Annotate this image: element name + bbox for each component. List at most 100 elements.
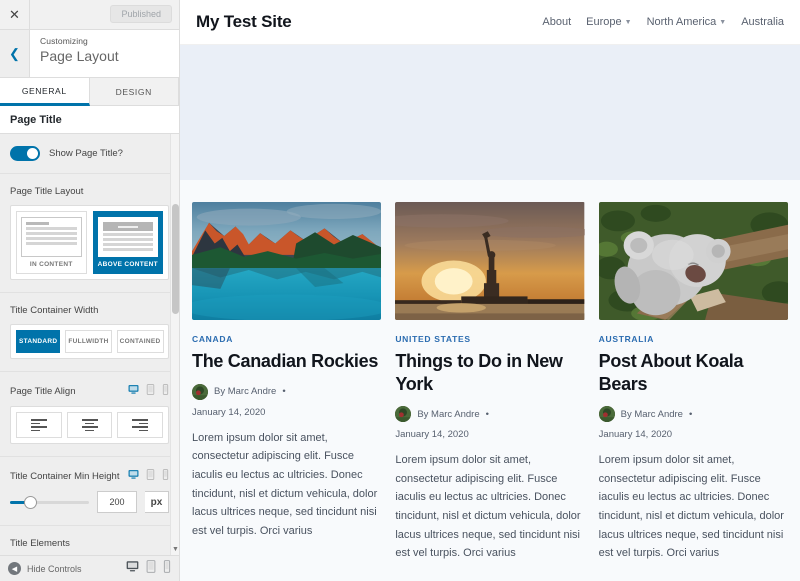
control-title-container-min-height: Title Container Min Height 200 px (0, 457, 179, 527)
chevron-left-circle-icon: ◀ (8, 562, 21, 575)
nav-label: North America (646, 16, 717, 28)
align-center-icon (81, 419, 98, 432)
site-title[interactable]: My Test Site (196, 12, 292, 32)
site-header: My Test Site About Europe ▼ North America… (180, 0, 800, 45)
align-right-button[interactable] (117, 412, 164, 439)
footer-device-switcher (126, 559, 171, 578)
scrollbar-thumb[interactable] (172, 204, 179, 314)
min-height-devices (128, 469, 169, 483)
koala-in-tree-photo[interactable] (598, 202, 788, 320)
post-title[interactable]: Things to Do in New York (395, 350, 584, 395)
meta-separator: • (485, 408, 489, 420)
avatar (598, 406, 615, 422)
tablet-icon[interactable] (146, 559, 156, 578)
min-height-input[interactable]: 200 (97, 491, 137, 514)
mobile-icon[interactable] (162, 469, 169, 483)
post-excerpt: Lorem ipsum dolor sit amet, consectetur … (192, 431, 378, 537)
close-icon[interactable]: ✕ (0, 0, 30, 29)
layout-option-above-content-label: ABOVE CONTENT (97, 261, 158, 268)
nav-label: About (542, 16, 572, 28)
page-title-layout-options: IN CONTENT ABOVE CONTENT (10, 205, 169, 280)
post-date: January 14, 2020 (192, 406, 266, 418)
customizer-title-wrap: Customizing Page Layout (30, 30, 179, 77)
avatar (395, 406, 412, 422)
post-excerpt: Lorem ipsum dolor sit amet, consectetur … (598, 454, 784, 560)
page-title-align-devices (128, 384, 169, 398)
desktop-icon[interactable] (128, 469, 139, 483)
customizer-panel: ✕ Published ❮ Customizing Page Layout GE… (0, 0, 180, 581)
customizer-header: ❮ Customizing Page Layout (0, 30, 179, 78)
post-card: CANADA The Canadian Rockies By Marc Andr… (192, 202, 382, 563)
post-card: AUSTRALIA Post About Koala Bears By Marc… (598, 202, 788, 563)
min-height-slider[interactable] (10, 495, 89, 509)
nav-item-australia[interactable]: Australia (741, 16, 784, 28)
width-option-contained[interactable]: CONTAINED (116, 330, 164, 353)
chevron-down-icon: ▼ (624, 18, 632, 26)
meta-separator: • (282, 386, 286, 397)
post-category[interactable]: AUSTRALIA (599, 334, 788, 344)
desktop-icon[interactable] (126, 560, 139, 578)
page-title: Page Layout (40, 48, 119, 64)
meta-separator: • (688, 408, 693, 420)
customizer-footer: ◀ Hide Controls (0, 555, 179, 581)
layout-option-above-content[interactable]: ABOVE CONTENT (92, 211, 163, 274)
layout-option-in-content-label: IN CONTENT (29, 261, 73, 268)
align-center-button[interactable] (66, 412, 113, 439)
post-author: By Marc Andre (214, 386, 277, 397)
nav-item-europe[interactable]: Europe ▼ (586, 16, 631, 28)
scroll-down-arrow-icon[interactable]: ▼ (172, 546, 179, 553)
site-preview: My Test Site About Europe ▼ North America… (180, 0, 800, 581)
page-title-layout-label: Page Title Layout (10, 186, 84, 197)
post-card: UNITED STATES Things to Do in New York B… (395, 202, 585, 563)
post-category[interactable]: UNITED STATES (395, 334, 584, 344)
avatar (192, 383, 208, 400)
tab-general[interactable]: GENERAL (0, 78, 90, 106)
hide-controls-button[interactable]: ◀ Hide Controls (8, 562, 82, 575)
min-height-unit[interactable]: px (145, 491, 169, 514)
statue-of-liberty-sunset-photo[interactable] (395, 202, 585, 320)
align-left-icon (30, 419, 47, 432)
control-title-elements: Title Elements ⋮⋮ Title (0, 526, 179, 555)
post-author: By Marc Andre (620, 408, 683, 420)
width-option-standard[interactable]: STANDARD (16, 330, 61, 353)
control-page-title-align: Page Title Align (0, 372, 179, 458)
customizer-topbar: ✕ Published (0, 0, 179, 30)
tablet-icon[interactable] (146, 384, 155, 398)
control-page-title-layout: Page Title Layout IN CONTENT ABOVE CONTE… (0, 174, 179, 293)
post-author: By Marc Andre (417, 408, 480, 420)
page-title-align-options (10, 406, 169, 445)
chevron-left-icon[interactable]: ❮ (0, 30, 30, 77)
nav-item-about[interactable]: About (542, 16, 571, 28)
control-show-page-title: Show Page Title? (0, 134, 179, 174)
above-content-thumb-icon (97, 217, 158, 257)
show-page-title-label: Show Page Title? (49, 148, 123, 159)
publish-button[interactable]: Published (110, 5, 172, 23)
mobile-icon[interactable] (162, 384, 169, 398)
layout-option-in-content[interactable]: IN CONTENT (16, 211, 87, 274)
nav-label: Europe (586, 16, 622, 28)
desktop-icon[interactable] (128, 384, 139, 398)
mobile-icon[interactable] (163, 559, 171, 578)
section-title: Page Title (0, 106, 179, 134)
post-excerpt: Lorem ipsum dolor sit amet, consectetur … (395, 454, 581, 560)
post-date: January 14, 2020 (598, 429, 673, 440)
align-left-button[interactable] (16, 412, 62, 439)
post-title[interactable]: Post About Koala Bears (599, 350, 788, 395)
post-title[interactable]: The Canadian Rockies (192, 350, 381, 373)
post-meta: By Marc Andre • January 14, 2020 (192, 383, 381, 418)
tablet-icon[interactable] (146, 469, 155, 483)
hide-controls-label: Hide Controls (27, 563, 82, 574)
chevron-down-icon: ▼ (719, 18, 727, 26)
sidebar-scrollbar[interactable]: ▼ (170, 134, 179, 555)
post-category[interactable]: CANADA (192, 334, 381, 344)
tab-design[interactable]: DESIGN (89, 78, 179, 105)
show-page-title-toggle[interactable] (10, 146, 40, 161)
nav-item-north-america[interactable]: North America ▼ (647, 16, 727, 28)
slider-handle[interactable] (24, 495, 38, 509)
nav-label: Australia (741, 16, 784, 28)
mountain-lake-photo[interactable] (192, 202, 382, 320)
posts-grid: CANADA The Canadian Rockies By Marc Andr… (192, 202, 788, 563)
main-navigation: About Europe ▼ North America ▼ Australia (542, 16, 784, 28)
title-container-min-height-label: Title Container Min Height (10, 470, 120, 482)
width-option-fullwidth[interactable]: FULLWIDTH (65, 330, 112, 353)
